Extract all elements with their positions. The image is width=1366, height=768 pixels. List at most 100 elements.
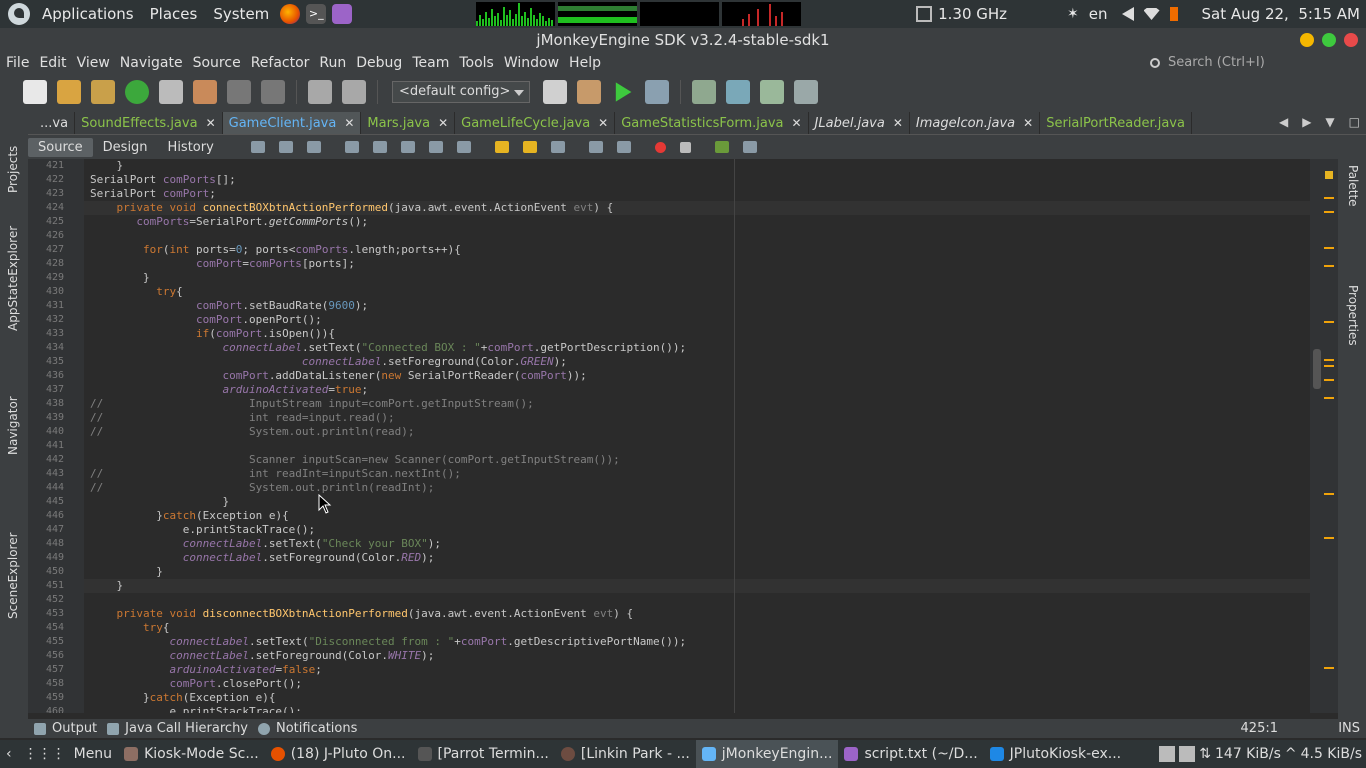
shift-left-icon[interactable] xyxy=(588,141,603,153)
bluetooth-icon[interactable]: ✶ xyxy=(1067,6,1079,22)
code-line[interactable]: SerialPort comPort; xyxy=(84,187,1310,201)
menu-refactor[interactable]: Refactor xyxy=(246,55,315,71)
clean-build-icon[interactable] xyxy=(577,80,601,104)
tab-list-icon[interactable]: ▼ xyxy=(1325,115,1334,129)
call-hierarchy-tab[interactable]: Java Call Hierarchy xyxy=(107,721,248,736)
system-menu[interactable]: System xyxy=(205,5,277,23)
code-line[interactable]: }catch(Exception e){ xyxy=(84,509,1310,523)
maximize-editor-icon[interactable]: □ xyxy=(1349,115,1360,129)
new-project-icon[interactable] xyxy=(57,80,81,104)
code-line[interactable]: private void connectBOXbtnActionPerforme… xyxy=(84,201,1310,215)
config-select[interactable]: <default config> xyxy=(392,81,530,103)
close-button[interactable] xyxy=(1344,33,1358,47)
properties-tab[interactable]: Properties xyxy=(1346,285,1360,346)
navigator-tab[interactable]: Navigator xyxy=(6,396,20,455)
firefox-launcher-icon[interactable] xyxy=(280,4,301,24)
places-menu[interactable]: Places xyxy=(142,5,206,23)
text-editor-launcher-icon[interactable] xyxy=(332,4,353,24)
uncomment-icon[interactable] xyxy=(742,141,757,153)
previous-bookmark-icon[interactable] xyxy=(494,141,509,153)
scroll-tabs-right-icon[interactable]: ▶ xyxy=(1302,115,1311,129)
code-line[interactable] xyxy=(84,593,1310,607)
filter-icon[interactable] xyxy=(159,80,183,104)
minimize-button[interactable] xyxy=(1300,33,1314,47)
tab-mars[interactable]: Mars.java ✕ xyxy=(361,112,456,134)
tab-gamestatisticsform[interactable]: GameStatisticsForm.java ✕ xyxy=(615,112,809,134)
menu-edit[interactable]: Edit xyxy=(34,55,71,71)
projects-panel-tab[interactable]: Projects xyxy=(6,146,20,193)
save-icon[interactable] xyxy=(227,80,251,104)
close-tab-icon[interactable]: ✕ xyxy=(791,116,801,130)
task-kiosk[interactable]: Kiosk-Mode Sc... xyxy=(118,740,265,768)
build-hammer-icon[interactable] xyxy=(543,80,567,104)
code-line[interactable]: arduinoActivated=true; xyxy=(84,383,1310,397)
code-line[interactable]: try{ xyxy=(84,285,1310,299)
code-editor[interactable]: } SerialPort comPorts[]; SerialPort comP… xyxy=(84,159,1310,713)
code-line[interactable]: arduinoActivated=false; xyxy=(84,663,1310,677)
scene-explorer-tab[interactable]: SceneExplorer xyxy=(6,532,20,619)
menu-source[interactable]: Source xyxy=(188,55,246,71)
close-tab-icon[interactable]: ✕ xyxy=(438,116,448,130)
vehicle-icon[interactable] xyxy=(794,80,818,104)
code-line[interactable]: } xyxy=(84,271,1310,285)
code-line[interactable] xyxy=(84,439,1310,453)
toggle-highlight-icon[interactable] xyxy=(428,141,443,153)
comment-icon[interactable] xyxy=(714,141,729,153)
close-tab-icon[interactable]: ✕ xyxy=(344,116,354,130)
code-line[interactable]: comPort.openPort(); xyxy=(84,313,1310,327)
menu-debug[interactable]: Debug xyxy=(351,55,407,71)
task-jmonkey[interactable]: jMonkeyEngin... xyxy=(695,740,839,768)
menu-team[interactable]: Team xyxy=(407,55,454,71)
code-line[interactable]: // int readInt=inputScan.nextInt(); xyxy=(84,467,1310,481)
menu-file[interactable]: File xyxy=(0,55,34,71)
code-line[interactable]: connectLabel.setForeground(Color.RED); xyxy=(84,551,1310,565)
code-line[interactable]: } xyxy=(84,159,1310,173)
tab-gamelifecycle[interactable]: GameLifeCycle.java ✕ xyxy=(455,112,616,134)
undo-icon[interactable] xyxy=(308,80,332,104)
forward-icon[interactable] xyxy=(306,141,321,153)
code-line[interactable]: connectLabel.setText("Connected BOX : "+… xyxy=(84,341,1310,355)
close-tab-icon[interactable]: ✕ xyxy=(598,116,608,130)
editor-scrollbar-thumb[interactable] xyxy=(1313,349,1321,389)
menu-view[interactable]: View xyxy=(72,55,115,71)
code-line[interactable]: comPort.addDataListener(new SerialPortRe… xyxy=(84,369,1310,383)
debug-icon[interactable] xyxy=(645,80,669,104)
code-line[interactable]: comPort=comPorts[ports]; xyxy=(84,257,1310,271)
find-previous-icon[interactable] xyxy=(372,141,387,153)
code-line[interactable]: e.printStackTrace(); xyxy=(84,523,1310,537)
code-line[interactable]: connectLabel.setForeground(Color.WHITE); xyxy=(84,649,1310,663)
terrain-icon[interactable] xyxy=(726,80,750,104)
scroll-tabs-left-icon[interactable]: ◀ xyxy=(1279,115,1288,129)
task-vscode[interactable]: JPlutoKiosk-ex... xyxy=(984,740,1127,768)
clean-icon[interactable] xyxy=(193,80,217,104)
close-tab-icon[interactable]: ✕ xyxy=(206,116,216,130)
find-next-icon[interactable] xyxy=(400,141,415,153)
tab-gameclient[interactable]: GameClient.java ✕ xyxy=(222,112,362,134)
task-terminal[interactable]: [Parrot Termin... xyxy=(412,740,555,768)
task-music[interactable]: [Linkin Park - ... xyxy=(555,740,696,768)
tray-icon[interactable] xyxy=(1179,746,1196,762)
terminal-launcher-icon[interactable]: >_ xyxy=(306,4,327,24)
code-line[interactable]: Scanner inputScan=new Scanner(comPort.ge… xyxy=(84,453,1310,467)
tab-serialportreader[interactable]: SerialPortReader.java xyxy=(1040,112,1192,134)
code-line[interactable]: // InputStream input=comPort.getInputStr… xyxy=(84,397,1310,411)
quick-search[interactable]: Search (Ctrl+I) xyxy=(1148,52,1366,73)
output-tab[interactable]: Output xyxy=(34,721,97,736)
image-icon[interactable] xyxy=(692,80,716,104)
clock[interactable]: Sat Aug 22, 5:15 AM xyxy=(1202,5,1360,23)
keyboard-layout[interactable]: en xyxy=(1089,5,1108,23)
parrot-logo-icon[interactable] xyxy=(8,3,30,25)
last-edit-icon[interactable] xyxy=(250,141,265,153)
search-placeholder[interactable]: Search (Ctrl+I) xyxy=(1168,55,1265,70)
start-macro-icon[interactable] xyxy=(654,141,666,153)
redo-icon[interactable] xyxy=(342,80,366,104)
code-line[interactable]: } xyxy=(84,565,1310,579)
notifications-tab[interactable]: Notifications xyxy=(258,721,357,736)
maximize-button[interactable] xyxy=(1322,33,1336,47)
error-stripe[interactable] xyxy=(1310,159,1338,713)
stop-macro-icon[interactable] xyxy=(679,141,691,153)
code-line[interactable]: connectLabel.setText("Disconnected from … xyxy=(84,635,1310,649)
open-project-icon[interactable] xyxy=(91,80,115,104)
source-view-tab[interactable]: Source xyxy=(28,137,93,157)
code-line[interactable]: connectLabel.setText("Check your BOX"); xyxy=(84,537,1310,551)
